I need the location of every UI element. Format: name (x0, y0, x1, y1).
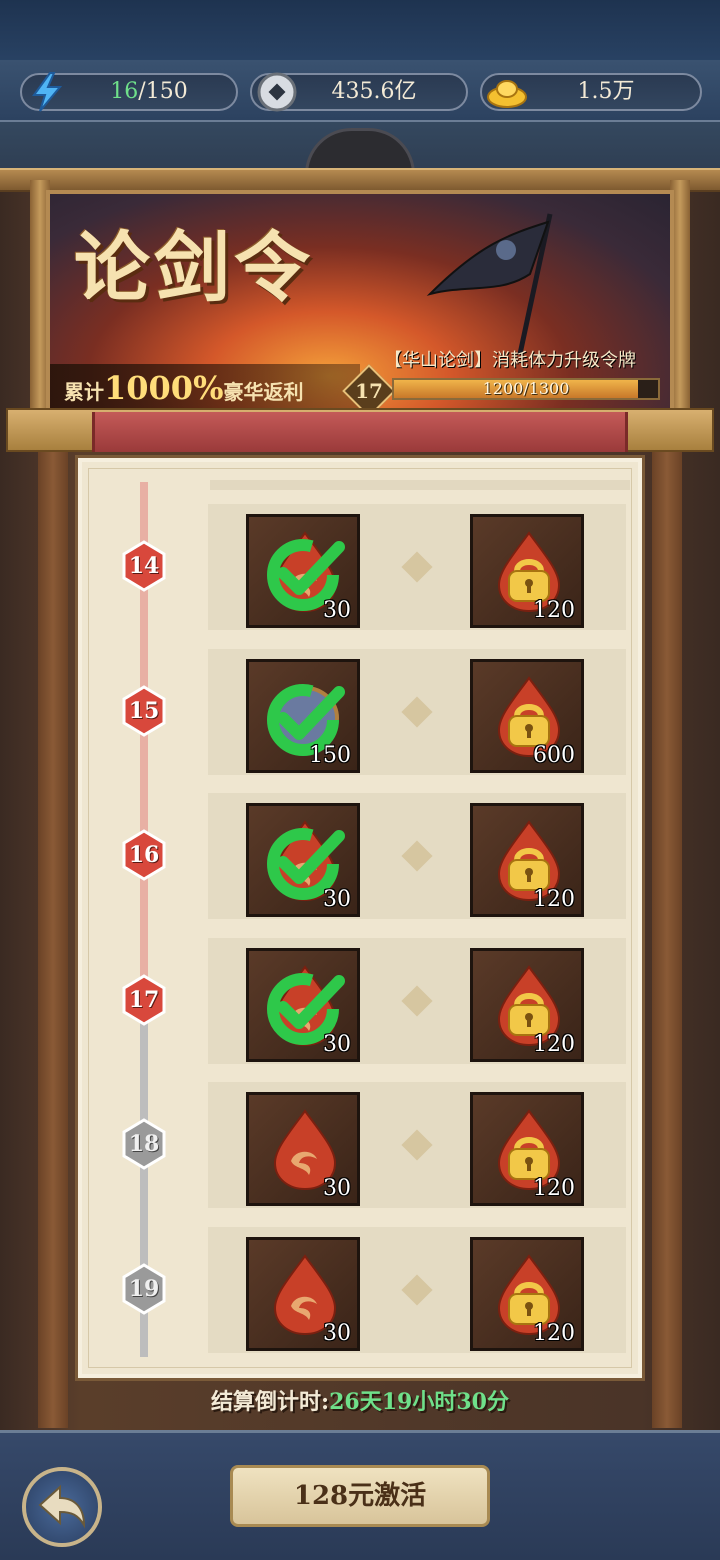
promo-prefix: 累计 (64, 380, 104, 404)
separator-diamond-icon (401, 695, 433, 728)
level-badge: 17 (122, 973, 166, 1026)
paid-reward-slot[interactable]: 120 (470, 803, 584, 917)
gold-counter[interactable]: 1.5万 (480, 73, 702, 111)
paid-reward-slot[interactable]: 120 (470, 1092, 584, 1206)
level-badge: 14 (122, 540, 166, 592)
pillar-right (652, 452, 682, 1428)
back-arrow-icon (38, 1484, 86, 1529)
bottom-bar: 128元激活 (0, 1430, 720, 1560)
level-number: 18 (128, 1131, 160, 1157)
free-reward-qty: 30 (323, 1320, 351, 1346)
separator-diamond-icon (401, 840, 433, 872)
paid-reward-qty: 120 (533, 598, 575, 623)
level-number: 16 (128, 842, 160, 868)
promo-suffix: 豪华返利 (223, 380, 304, 404)
settlement-countdown: 结算倒计时:26天19小时30分 (0, 1384, 720, 1416)
progress-text: 1200/1300 (482, 379, 570, 398)
free-reward-qty: 30 (323, 1031, 351, 1057)
level-badge: 15 (122, 684, 166, 737)
shelf-red-cloth (92, 412, 628, 452)
paid-reward-qty: 120 (533, 1031, 575, 1057)
paid-reward-qty: 120 (533, 1320, 575, 1346)
level-progress-bar: 1200/1300 (392, 378, 660, 400)
paid-reward-qty: 600 (533, 742, 575, 768)
separator-diamond-icon (401, 984, 433, 1017)
reward-row: 150 600 (208, 648, 626, 775)
energy-max: /150 (138, 79, 188, 104)
free-reward-slot[interactable]: 30 (246, 947, 360, 1062)
banner-beam (0, 168, 720, 192)
event-banner: 论剑令 【华山论剑】消耗体力升级令牌 累计1000%豪华返利 17 1200/1… (46, 190, 674, 412)
resource-bar: 16/150 435.6亿 1.5万 (0, 60, 720, 122)
reward-row: 30 120 (208, 1082, 626, 1208)
free-reward-slot[interactable]: 30 (246, 1236, 360, 1351)
paid-reward-qty: 120 (533, 1176, 575, 1201)
free-reward-qty: 30 (323, 1176, 351, 1201)
separator-diamond-icon (401, 1273, 433, 1306)
lightning-icon (32, 72, 63, 112)
level-badge: 19 (122, 1262, 166, 1315)
current-level: 17 (355, 379, 383, 403)
paid-reward-qty: 120 (533, 887, 575, 912)
energy-current: 16 (110, 79, 139, 104)
free-reward-qty: 150 (309, 742, 351, 768)
paid-reward-slot[interactable]: 120 (470, 947, 584, 1062)
pillar-left (38, 452, 68, 1428)
level-number: 17 (128, 986, 160, 1013)
back-button[interactable] (22, 1467, 102, 1547)
event-title: 论剑令 (74, 223, 314, 312)
war-flag-icon (426, 213, 553, 354)
level-number: 14 (128, 553, 160, 579)
event-description: 【华山论剑】消耗体力升级令牌 (384, 350, 636, 371)
reward-row: 30 120 (208, 793, 626, 919)
separator-diamond-icon (401, 1129, 433, 1161)
paid-reward-slot[interactable]: 600 (470, 658, 584, 773)
reward-row: 30 120 (208, 937, 626, 1064)
free-reward-qty: 30 (323, 598, 351, 623)
paid-reward-slot[interactable]: 120 (470, 514, 584, 628)
free-reward-qty: 30 (323, 887, 351, 912)
countdown-label: 结算倒计时: (211, 1389, 330, 1415)
separator-diamond-icon (401, 551, 433, 583)
energy-counter[interactable]: 16/150 (20, 72, 238, 112)
activate-pass-button[interactable]: 128元激活 (230, 1465, 490, 1527)
free-reward-slot[interactable]: 30 (246, 1092, 360, 1206)
level-badge: 16 (122, 829, 166, 881)
paid-reward-slot[interactable]: 120 (470, 1236, 584, 1351)
gold-amount: 1.5万 (577, 79, 635, 104)
gold-ingot-icon (487, 80, 527, 108)
reward-list-panel[interactable]: 30 120 14 150 600 15 30 120 16 30 120 17 30 120 18 30 12… (78, 458, 642, 1378)
reward-row: 30 120 (208, 1226, 626, 1353)
list-top-strip (210, 480, 630, 490)
countdown-time: 26天19小时30分 (329, 1389, 509, 1415)
free-reward-slot[interactable]: 30 (246, 514, 360, 628)
level-number: 19 (128, 1275, 160, 1302)
silver-counter[interactable]: 435.6亿 (250, 72, 468, 112)
free-reward-slot[interactable]: 30 (246, 803, 360, 917)
silver-amount: 435.6亿 (331, 79, 417, 104)
reward-row: 30 120 (208, 504, 626, 630)
free-reward-slot[interactable]: 150 (246, 658, 360, 773)
silver-coin-icon (257, 72, 297, 112)
promo-percent: 1000% (104, 369, 224, 407)
level-badge: 18 (122, 1118, 166, 1170)
level-number: 15 (128, 697, 160, 724)
promo-text: 累计1000%豪华返利 (50, 364, 360, 408)
